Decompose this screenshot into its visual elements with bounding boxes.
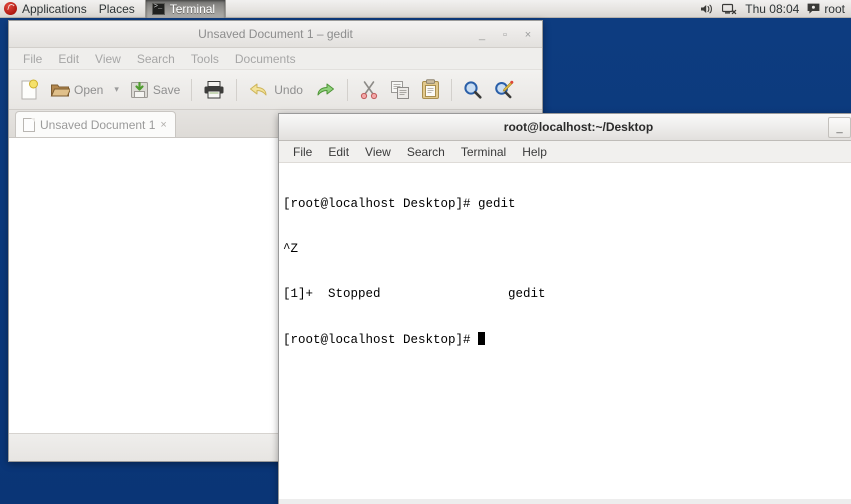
terminal-line: [1]+ Stopped gedit bbox=[283, 287, 546, 301]
gedit-menu-edit[interactable]: Edit bbox=[50, 50, 87, 68]
window-task-list: Terminal bbox=[144, 0, 227, 18]
terminal-line: [root@localhost Desktop]# gedit bbox=[283, 197, 516, 211]
volume-indicator[interactable] bbox=[700, 0, 714, 18]
user-session-icon bbox=[807, 3, 820, 14]
user-menu-label: root bbox=[824, 1, 845, 16]
undo-arrow-icon bbox=[250, 83, 267, 95]
gedit-title: Unsaved Document 1 – gedit bbox=[198, 27, 353, 41]
terminal-menubar: File Edit View Search Terminal Help bbox=[279, 141, 851, 163]
document-icon bbox=[23, 117, 35, 132]
paste-button[interactable] bbox=[416, 74, 445, 106]
terminal-prompt: [root@localhost Desktop]# bbox=[283, 333, 479, 347]
gedit-titlebar[interactable]: Unsaved Document 1 – gedit _ ▫ × bbox=[9, 21, 542, 48]
clock-label: Thu 08:04 bbox=[745, 1, 800, 16]
copy-icon bbox=[390, 80, 409, 99]
terminal-prompt-line: [root@localhost Desktop]# bbox=[283, 332, 851, 348]
terminal-menu-file[interactable]: File bbox=[285, 143, 320, 161]
toolbar-separator-3 bbox=[346, 78, 348, 101]
places-menu[interactable]: Places bbox=[95, 0, 143, 18]
magnifier-pencil-icon bbox=[495, 80, 514, 98]
taskbar-item-label: Terminal bbox=[169, 1, 216, 16]
terminal-line: ^Z bbox=[283, 242, 299, 256]
terminal-icon bbox=[151, 2, 165, 15]
terminal-titlebar[interactable]: root@localhost:~/Desktop _ ▫ bbox=[279, 114, 851, 141]
gedit-menu-tools[interactable]: Tools bbox=[183, 50, 227, 68]
undo-button[interactable]: Undo bbox=[243, 74, 308, 106]
network-disconnected-icon bbox=[722, 3, 737, 14]
taskbar-item-terminal[interactable]: Terminal bbox=[144, 0, 227, 18]
fedora-logo-icon bbox=[4, 2, 17, 15]
toolbar-separator-2 bbox=[236, 78, 238, 101]
replace-button[interactable] bbox=[489, 74, 519, 106]
gedit-menu-documents[interactable]: Documents bbox=[227, 50, 304, 68]
clock[interactable]: Thu 08:04 bbox=[745, 0, 799, 18]
terminal-output-area[interactable]: [root@localhost Desktop]# gedit ^Z [1]+ … bbox=[279, 163, 851, 499]
terminal-title: root@localhost:~/Desktop bbox=[503, 120, 654, 134]
gedit-toolbar: Open ▾ Save Undo bbox=[9, 70, 542, 110]
new-document-icon bbox=[21, 79, 38, 99]
new-document-button[interactable] bbox=[14, 74, 44, 106]
redo-button[interactable] bbox=[309, 74, 341, 106]
magnifier-icon bbox=[464, 80, 482, 99]
gedit-menu-file[interactable]: File bbox=[15, 50, 50, 68]
copy-button[interactable] bbox=[385, 74, 415, 106]
toolbar-separator-4 bbox=[450, 78, 452, 101]
applications-menu[interactable]: Applications bbox=[0, 0, 95, 18]
places-menu-label: Places bbox=[98, 1, 135, 16]
top-panel: Applications Places Terminal bbox=[0, 0, 851, 18]
terminal-window-controls: _ ▫ bbox=[828, 114, 851, 141]
gedit-maximize-button[interactable]: ▫ bbox=[494, 25, 516, 45]
speaker-icon bbox=[701, 4, 713, 13]
save-disk-icon bbox=[130, 81, 148, 98]
print-button[interactable] bbox=[198, 74, 230, 106]
cut-button[interactable] bbox=[354, 74, 384, 106]
user-menu[interactable]: root bbox=[807, 0, 845, 18]
gedit-menu-search[interactable]: Search bbox=[129, 50, 183, 68]
screen: Applications Places Terminal bbox=[0, 0, 851, 504]
clipboard-paste-icon bbox=[421, 79, 439, 99]
redo-arrow-icon bbox=[317, 83, 334, 95]
gedit-menubar: File Edit View Search Tools Documents bbox=[9, 48, 542, 70]
gedit-close-button[interactable]: × bbox=[517, 25, 539, 45]
scissors-icon bbox=[360, 80, 378, 99]
terminal-window[interactable]: root@localhost:~/Desktop _ ▫ File Edit V… bbox=[278, 113, 851, 504]
gedit-window-controls: _ ▫ × bbox=[471, 21, 539, 48]
printer-icon bbox=[204, 80, 224, 98]
panel-status-area: Thu 08:04 root bbox=[700, 0, 851, 18]
toolbar-separator-1 bbox=[191, 78, 193, 101]
save-button-label: Save bbox=[152, 82, 181, 97]
terminal-menu-edit[interactable]: Edit bbox=[320, 143, 357, 161]
terminal-minimize-button[interactable]: _ bbox=[828, 117, 851, 138]
undo-button-label: Undo bbox=[274, 82, 303, 97]
open-button[interactable]: Open bbox=[45, 74, 108, 106]
find-button[interactable] bbox=[458, 74, 488, 106]
terminal-menu-terminal[interactable]: Terminal bbox=[453, 143, 514, 161]
gedit-tab-label: Unsaved Document 1 bbox=[40, 117, 156, 132]
open-dropdown-button[interactable]: ▾ bbox=[109, 74, 124, 106]
gedit-tab-close-icon[interactable]: × bbox=[160, 119, 166, 131]
terminal-menu-view[interactable]: View bbox=[357, 143, 399, 161]
open-folder-icon bbox=[50, 84, 70, 96]
gedit-tab-unsaved-document-1[interactable]: Unsaved Document 1 × bbox=[15, 111, 176, 137]
chevron-down-icon: ▾ bbox=[114, 84, 119, 94]
gedit-menu-view[interactable]: View bbox=[87, 50, 129, 68]
terminal-cursor bbox=[478, 332, 486, 345]
applications-menu-label: Applications bbox=[22, 1, 87, 16]
terminal-menu-search[interactable]: Search bbox=[399, 143, 453, 161]
terminal-menu-help[interactable]: Help bbox=[514, 143, 555, 161]
open-button-label: Open bbox=[74, 82, 104, 97]
gedit-minimize-button[interactable]: _ bbox=[471, 25, 493, 45]
network-indicator[interactable] bbox=[722, 0, 737, 18]
save-button[interactable]: Save bbox=[125, 74, 185, 106]
